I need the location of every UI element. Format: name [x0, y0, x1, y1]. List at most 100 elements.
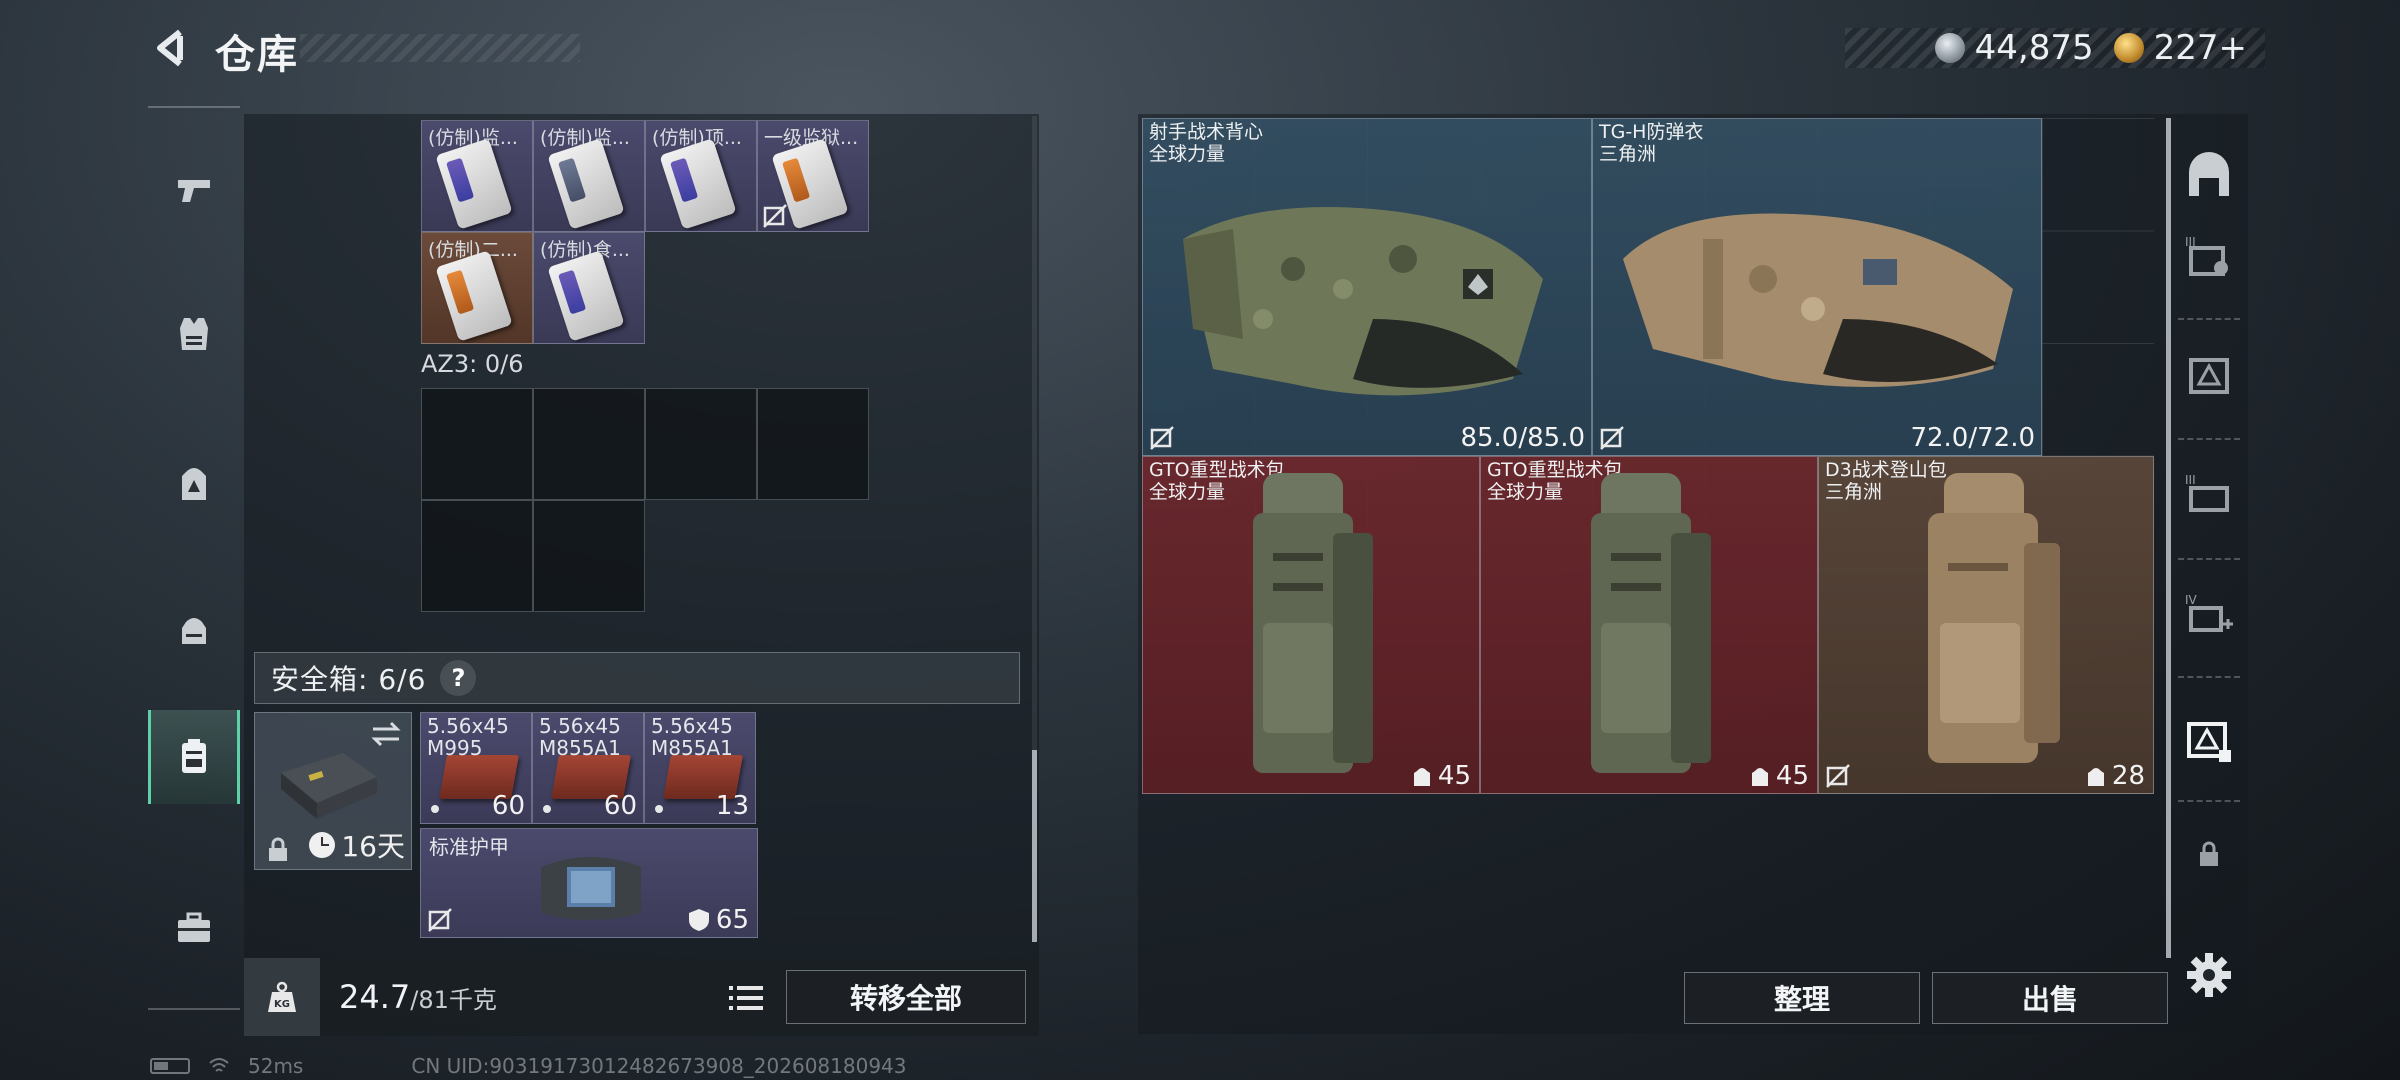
safebox-header: 安全箱: 6/6 ?: [254, 652, 1020, 704]
no-insurance-icon: [428, 908, 452, 932]
empty-slot[interactable]: [533, 500, 645, 612]
storage-item-backpack[interactable]: GTO重型战术包 全球力量 45: [1480, 456, 1818, 794]
silver-coin-icon: [1934, 33, 1965, 63]
no-insurance-icon: [1826, 764, 1850, 788]
empty-slot[interactable]: [421, 500, 533, 612]
nav-weapons[interactable]: [148, 144, 240, 236]
swap-icon[interactable]: [369, 719, 403, 749]
empty-slot[interactable]: [757, 388, 869, 500]
item-name: TG-H防弹衣: [1599, 121, 1704, 143]
nav-bags[interactable]: [148, 584, 240, 676]
hard-case-icon: [281, 753, 377, 819]
storage-item-vest[interactable]: 射手战术背心 全球力量 85.0/85.0: [1142, 118, 1592, 456]
container-item[interactable]: 一级监狱...: [757, 120, 869, 232]
ammo-item[interactable]: 5.56x45 M855A1 13: [644, 712, 756, 824]
storage-tab-3[interactable]: III: [2178, 460, 2240, 532]
item-capacity: 45: [1412, 761, 1471, 791]
title-decoration: [300, 34, 580, 62]
currency-bar: 44,875 227+: [1845, 28, 2265, 68]
ping-value: 52ms: [248, 1054, 304, 1078]
nav-separator: [2178, 558, 2240, 560]
nav-separator: [2178, 800, 2240, 802]
page-title: 仓库: [215, 32, 299, 78]
storage-item-armor[interactable]: TG-H防弹衣 三角洲 72.0/72.0: [1592, 118, 2042, 456]
ammo-name: 5.56x45 M855A1: [651, 714, 733, 760]
empty-slot[interactable]: [421, 388, 533, 500]
ammo-name: 5.56x45 M995: [427, 714, 509, 760]
storage-tab-1[interactable]: III: [2178, 222, 2240, 294]
keycard-icon: [547, 138, 625, 230]
mountain-backpack-image: [1928, 473, 2060, 763]
nav-safebox[interactable]: [148, 710, 240, 804]
armor-item[interactable]: 标准护甲 65: [420, 828, 758, 938]
keycard-icon: [659, 138, 737, 230]
gear-icon[interactable]: [2184, 950, 2234, 1000]
storage-tab-2-icon: [2189, 358, 2229, 394]
container-item[interactable]: (仿制)食...: [533, 232, 645, 344]
ammo-item[interactable]: 5.56x45 M855A1 60: [532, 712, 644, 824]
uid-text: CN UID:90319173012482673908_202608180943: [411, 1054, 907, 1078]
storage-tab-5-icon: [2187, 722, 2231, 762]
container-item[interactable]: (仿制)监...: [533, 120, 645, 232]
bag-icon: [182, 618, 206, 644]
safebox-title: 安全箱: 6/6: [271, 663, 427, 696]
storage-tab-locked[interactable]: [2178, 824, 2240, 884]
backpack-capacity-icon: [1413, 768, 1430, 786]
item-faction: 全球力量: [1149, 481, 1226, 503]
status-bar: 52ms CN UID:90319173012482673908_2026081…: [150, 1054, 907, 1078]
transfer-all-button[interactable]: 转移全部: [786, 970, 1026, 1024]
list-view-button[interactable]: [724, 976, 768, 1020]
left-scrollbar-thumb[interactable]: [1032, 750, 1037, 942]
ammo-count: 60: [603, 791, 637, 821]
storage-tab-main[interactable]: [2178, 142, 2240, 214]
storage-item-backpack[interactable]: GTO重型战术包 全球力量 45: [1142, 456, 1480, 794]
storage-tab-3-icon: III: [2185, 473, 2229, 512]
ammo-item[interactable]: 5.56x45 M995 60: [420, 712, 532, 824]
list-icon: [729, 986, 763, 1010]
ammo-count: 13: [715, 791, 749, 821]
nav-separator: [2178, 438, 2240, 440]
safebox-timer: 16天: [309, 825, 405, 865]
nav-briefcase[interactable]: [148, 882, 240, 974]
right-scrollbar-thumb[interactable]: [2166, 118, 2171, 958]
nav-backpacks[interactable]: [148, 438, 240, 530]
keycard-icon: [435, 250, 513, 342]
currency-silver-value: 44,875: [1974, 28, 2094, 68]
az3-capacity-label: AZ3: 0/6: [421, 350, 524, 378]
empty-slot[interactable]: [533, 388, 645, 500]
svg-text:III: III: [2185, 473, 2196, 487]
help-button[interactable]: ?: [440, 660, 477, 696]
currency-gold[interactable]: 227+: [2113, 28, 2247, 68]
battery-icon: [150, 1058, 190, 1074]
vest-icon: [180, 318, 208, 350]
svg-text:KG: KG: [274, 999, 290, 1010]
empty-slot[interactable]: [645, 388, 757, 500]
ammo-name: 5.56x45 M855A1: [539, 714, 621, 760]
item-durability: 85.0/85.0: [1460, 423, 1585, 453]
storage-tab-4[interactable]: IV: [2178, 580, 2240, 652]
container-item[interactable]: (仿制)监...: [421, 120, 533, 232]
container-item[interactable]: (仿制)顶...: [645, 120, 757, 232]
storage-tab-2[interactable]: [2178, 340, 2240, 412]
armor-name: 标准护甲: [429, 835, 509, 859]
currency-silver[interactable]: 44,875: [1934, 28, 2094, 68]
nav-vests[interactable]: [148, 288, 240, 380]
sell-button[interactable]: 出售: [1932, 972, 2168, 1024]
storage-item-mountain-pack[interactable]: D3战术登山包 三角洲 28: [1818, 456, 2154, 794]
storage-tab-5-active[interactable]: [2178, 706, 2240, 778]
armor-pouch-icon: [541, 857, 641, 920]
keycard-icon: [435, 138, 513, 230]
no-insurance-icon: [1600, 426, 1624, 450]
warehouse-icon: [2189, 152, 2229, 196]
weight-bar: KG 24.7/81千克 转移全部: [244, 958, 1039, 1036]
safebox-slot[interactable]: 16天: [254, 712, 412, 870]
tactical-vest-image: [1183, 207, 1543, 396]
backpack-icon: [182, 468, 206, 500]
back-icon[interactable]: [150, 26, 194, 70]
backpack-capacity-icon: [1751, 768, 1768, 786]
nav-separator: [2178, 318, 2240, 320]
container-item[interactable]: (仿制)二...: [421, 232, 533, 344]
sort-button[interactable]: 整理: [1684, 972, 1920, 1024]
ammo-dot-icon: [655, 805, 663, 813]
item-faction: 三角洲: [1599, 143, 1657, 165]
